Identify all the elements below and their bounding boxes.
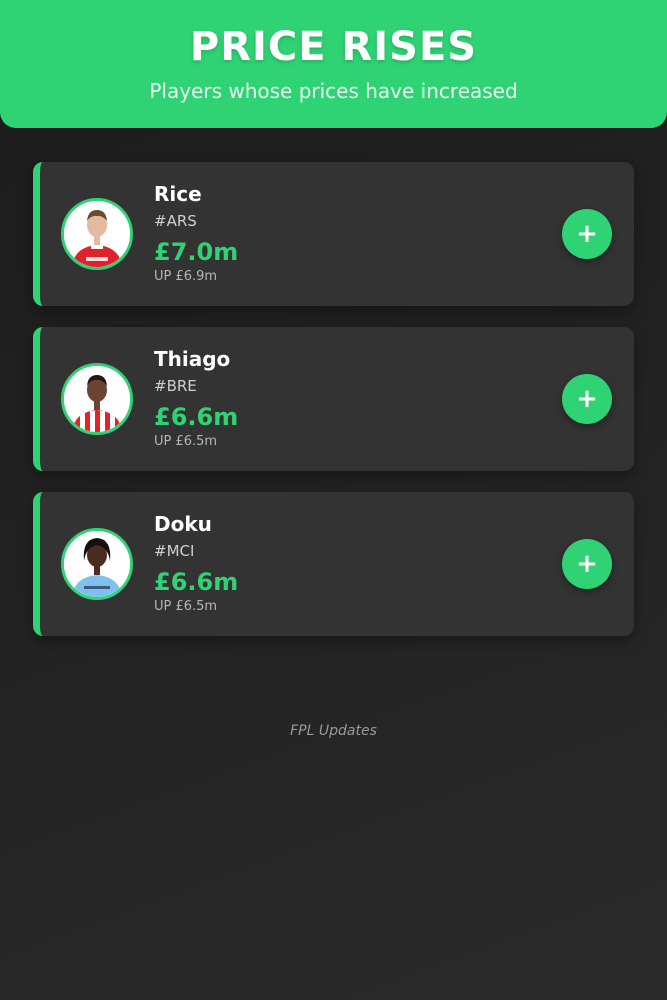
player-price: £6.6m [154,568,239,596]
add-player-button[interactable]: + [562,374,612,424]
player-previous-price: UP £6.9m [154,269,218,284]
player-previous-price: UP £6.5m [154,434,218,449]
add-player-button[interactable]: + [562,209,612,259]
footer-brand: FPL Updates [290,723,377,739]
page-header: PRICE RISES Players whose prices have in… [0,0,667,128]
player-avatar [61,198,133,270]
player-avatar [61,363,133,435]
player-team: #MCI [154,542,195,560]
page-title: PRICE RISES [189,24,478,70]
player-team: #BRE [154,377,197,395]
player-photo-icon [64,366,130,432]
player-previous-price: UP £6.5m [154,599,218,614]
page-subtitle: Players whose prices have increased [149,79,518,103]
player-name: Thiago [154,347,231,371]
player-name: Doku [154,512,212,536]
player-avatar [61,528,133,600]
player-photo-icon [64,531,130,597]
player-name: Rice [154,182,202,206]
player-card: Rice #ARS £7.0m UP £6.9m + [33,162,634,306]
player-team: #ARS [154,212,197,230]
player-price: £6.6m [154,403,239,431]
add-player-button[interactable]: + [562,539,612,589]
player-price: £7.0m [154,238,239,266]
player-photo-icon [64,201,130,267]
player-card: Thiago #BRE £6.6m UP £6.5m + [33,327,634,471]
player-card: Doku #MCI £6.6m UP £6.5m + [33,492,634,636]
